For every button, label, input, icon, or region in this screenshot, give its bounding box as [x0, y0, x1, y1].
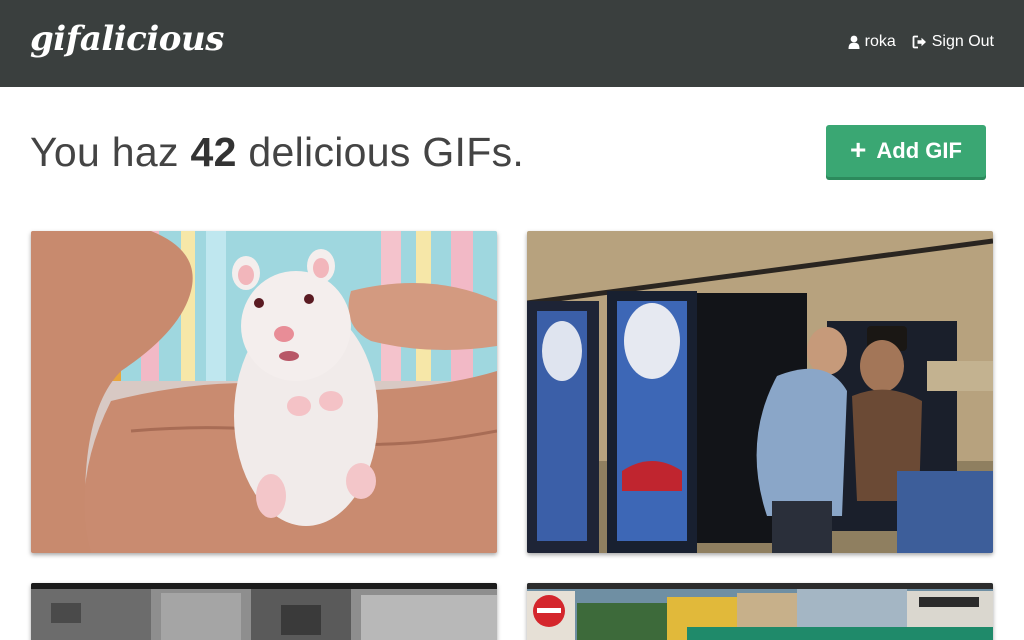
user-icon — [848, 35, 860, 49]
vending-machine-gif — [527, 231, 993, 553]
plus-icon: + — [850, 133, 867, 165]
sign-out-icon — [912, 35, 927, 49]
gif-card-construction[interactable] — [527, 583, 993, 640]
top-navbar: gifalicious roka Sign Out — [0, 0, 1024, 87]
title-prefix: You haz — [30, 129, 179, 175]
gif-card-hamster[interactable] — [31, 231, 497, 553]
title-suffix: delicious GIFs. — [248, 129, 525, 175]
user-profile-link[interactable]: roka — [848, 33, 896, 51]
sign-out-label: Sign Out — [931, 33, 994, 50]
page-title: You haz 42 delicious GIFs. — [30, 122, 524, 182]
hamster-gif — [31, 231, 497, 553]
username-label: roka — [864, 33, 896, 50]
construction-gif — [527, 583, 993, 640]
street-gif — [31, 583, 497, 640]
add-gif-label: Add GIF — [876, 138, 962, 163]
gif-card-vending[interactable] — [527, 231, 993, 553]
gif-card-street[interactable] — [31, 583, 497, 640]
add-gif-button[interactable]: + Add GIF — [826, 125, 986, 177]
app-logo[interactable]: gifalicious — [30, 14, 224, 64]
gif-count: 42 — [190, 129, 237, 175]
sign-out-link[interactable]: Sign Out — [912, 33, 994, 51]
nav-user-menu: roka Sign Out — [848, 30, 994, 54]
